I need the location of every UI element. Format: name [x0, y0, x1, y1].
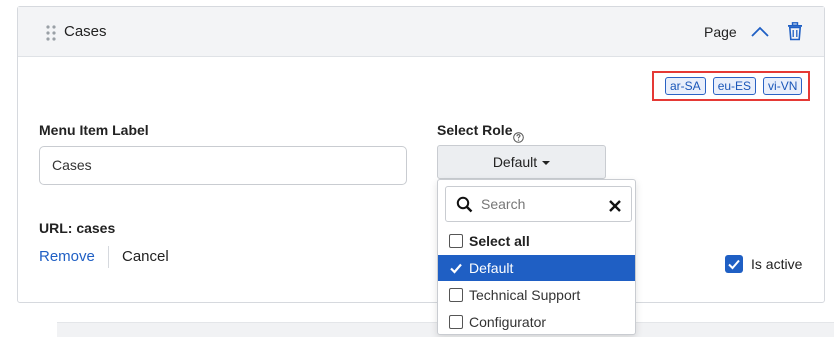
menu-item-panel: Cases Page ar-SA eu-ES vi-VN Menu Item L… — [17, 6, 825, 303]
locale-badges-highlight: ar-SA eu-ES vi-VN — [652, 71, 810, 101]
is-active-checkbox[interactable] — [725, 255, 743, 273]
locale-badge-ar-sa[interactable]: ar-SA — [665, 77, 706, 95]
remove-link[interactable]: Remove — [39, 248, 95, 265]
drag-handle-icon[interactable] — [45, 24, 57, 42]
is-active-label: Is active — [751, 256, 803, 272]
collapse-chevron-up-icon[interactable] — [750, 23, 770, 41]
menu-item-label-input[interactable]: Cases — [39, 146, 407, 185]
role-option-label: Configurator — [469, 314, 547, 330]
locale-badge-vi-vn[interactable]: vi-VN — [763, 77, 803, 95]
role-dropdown-menu: Search Select all Default Technical Supp… — [437, 179, 636, 335]
select-role-heading: Select Role — [437, 122, 513, 138]
action-divider — [108, 246, 109, 268]
role-option-default[interactable]: Default — [438, 255, 635, 281]
menu-item-label-heading: Menu Item Label — [39, 122, 149, 138]
panel-header: Cases Page — [18, 7, 824, 57]
delete-trash-icon[interactable] — [787, 22, 803, 41]
role-option-label: Default — [469, 260, 514, 276]
search-placeholder: Search — [481, 196, 526, 212]
url-text: URL: cases — [39, 220, 116, 236]
role-option-checkbox[interactable] — [449, 288, 463, 302]
select-all-checkbox[interactable] — [449, 234, 463, 248]
help-icon[interactable] — [513, 130, 524, 143]
role-option-checkmark[interactable] — [449, 261, 463, 275]
search-icon — [456, 196, 473, 213]
role-option-label: Technical Support — [469, 287, 581, 303]
select-role-dropdown-button[interactable]: Default — [437, 145, 606, 179]
role-button-label: Default — [492, 154, 538, 170]
caret-down-icon — [542, 160, 551, 165]
role-option-technical-support[interactable]: Technical Support — [438, 282, 635, 308]
role-option-configurator[interactable]: Configurator — [438, 309, 635, 335]
cancel-link[interactable]: Cancel — [122, 248, 169, 265]
locale-badge-eu-es[interactable]: eu-ES — [712, 77, 757, 95]
panel-title: Cases — [64, 23, 107, 40]
select-all-label: Select all — [469, 233, 530, 249]
clear-search-close-icon[interactable] — [609, 199, 621, 212]
page-type-label: Page — [704, 24, 737, 40]
role-search-input[interactable]: Search — [445, 186, 632, 222]
role-option-checkbox[interactable] — [449, 315, 463, 329]
select-all-option[interactable]: Select all — [438, 228, 635, 254]
